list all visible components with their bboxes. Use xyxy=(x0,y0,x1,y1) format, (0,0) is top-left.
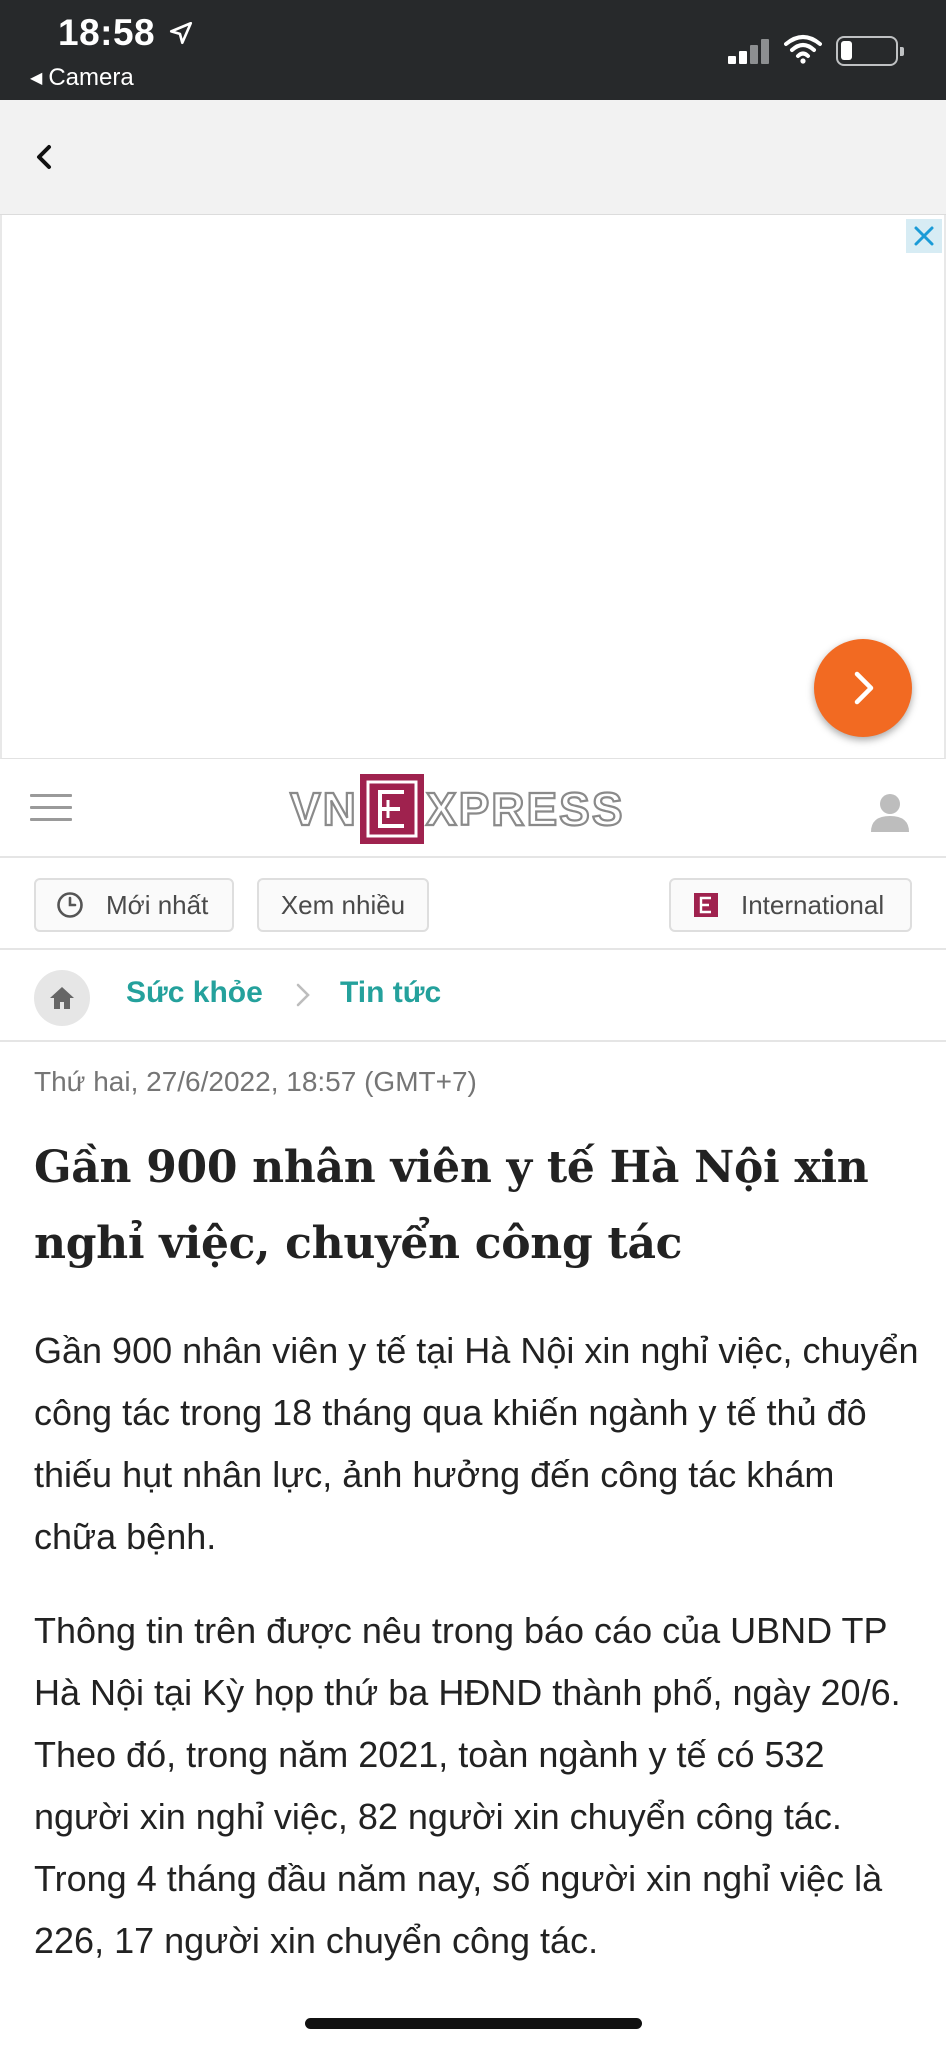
home-icon xyxy=(50,987,74,1009)
article-date: Thứ hai, 27/6/2022, 18:57 (GMT+7) xyxy=(34,1066,477,1097)
tab-international[interactable]: International xyxy=(669,878,912,932)
tab-latest[interactable]: Mới nhất xyxy=(34,878,234,932)
chevron-right-icon xyxy=(296,983,310,1007)
signal-icon xyxy=(728,38,772,64)
logo-text-left: VN xyxy=(289,782,358,836)
back-triangle-icon: ◀ xyxy=(30,70,43,87)
site-header: VN XPRESS xyxy=(0,760,946,858)
breadcrumb-section[interactable]: Sức khỏe xyxy=(126,976,263,1010)
e-logo-icon xyxy=(694,893,718,917)
chevron-right-icon xyxy=(854,671,874,705)
home-button[interactable] xyxy=(34,970,90,1026)
news-tabs: Mới nhất Xem nhiều International xyxy=(0,860,946,950)
hamburger-icon[interactable] xyxy=(30,794,72,824)
wifi-icon xyxy=(784,35,822,64)
tab-international-label: International xyxy=(741,889,885,920)
ad-close-button[interactable] xyxy=(906,219,942,253)
breadcrumb-subsection[interactable]: Tin tức xyxy=(340,976,441,1010)
tab-popular[interactable]: Xem nhiều xyxy=(257,878,429,932)
ad-next-button[interactable] xyxy=(814,639,912,737)
battery-icon xyxy=(836,36,904,66)
ad-banner xyxy=(0,215,946,759)
close-icon xyxy=(914,226,934,246)
browser-nav-bar xyxy=(0,100,946,215)
back-to-app-link[interactable]: ◀ Camera xyxy=(30,64,134,92)
clock-icon xyxy=(57,892,83,918)
logo-e-mark xyxy=(359,774,424,844)
home-indicator[interactable] xyxy=(305,2018,642,2029)
article-lead: Gần 900 nhân viên y tế tại Hà Nội xin ng… xyxy=(34,1330,919,1557)
user-icon[interactable] xyxy=(868,790,912,834)
back-app-label: Camera xyxy=(48,64,134,91)
location-arrow-icon xyxy=(169,21,193,45)
vnexpress-logo[interactable]: VN XPRESS xyxy=(289,774,625,844)
tab-latest-label: Mới nhất xyxy=(106,889,209,920)
status-time: 18:58 xyxy=(58,12,156,53)
status-bar: 18:58 ◀ Camera xyxy=(0,0,946,100)
logo-text-right: XPRESS xyxy=(425,782,625,836)
tab-popular-label: Xem nhiều xyxy=(280,889,406,920)
chevron-left-icon[interactable] xyxy=(30,142,60,172)
breadcrumb: Sức khỏe Tin tức xyxy=(0,952,946,1042)
article-paragraph: Thông tin trên được nêu trong báo cáo củ… xyxy=(34,1610,901,1961)
article-title: Gần 900 nhân viên y tế Hà Nội xin nghỉ v… xyxy=(34,1142,869,1269)
